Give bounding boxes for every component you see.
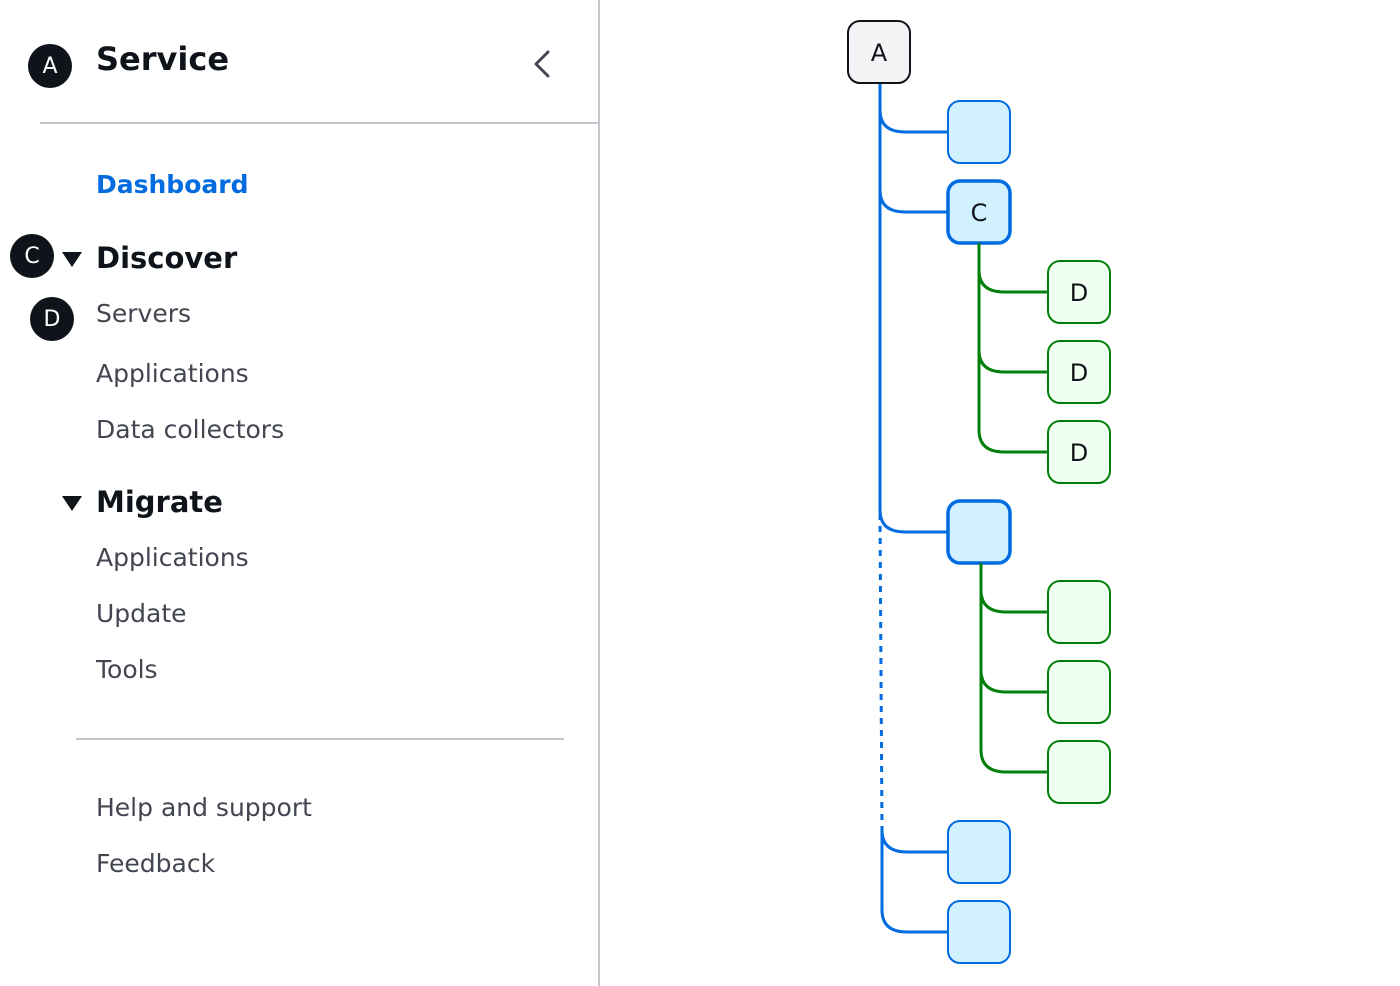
side-navigation: A Service Dashboard C Discover D Servers… <box>0 0 600 986</box>
grandchild-node-3-2 <box>1047 660 1111 724</box>
section-discover[interactable]: Discover <box>96 241 237 275</box>
nav-discover-applications[interactable]: Applications <box>96 359 249 388</box>
connector-2 <box>878 189 948 214</box>
branch-connector-3-2 <box>979 669 1048 694</box>
branch-connector-3-1 <box>979 589 1048 614</box>
chevron-left-icon <box>534 50 550 78</box>
nav-discover-servers[interactable]: Servers <box>96 299 191 328</box>
branch-connector-2-2 <box>977 349 1048 374</box>
header-divider <box>40 122 600 124</box>
service-title[interactable]: Service <box>96 40 229 78</box>
grandchild-node-2-3-label: D <box>1070 439 1088 467</box>
collapse-button[interactable] <box>528 44 558 84</box>
caret-down-icon[interactable] <box>62 496 82 511</box>
branch-connector-2-1 <box>977 269 1048 294</box>
nav-dashboard[interactable]: Dashboard <box>96 170 248 199</box>
child-node-1 <box>947 100 1011 164</box>
navigation-tree-diagram: C D D D A <box>847 20 1111 964</box>
child-node-3 <box>946 499 1012 565</box>
nav-feedback[interactable]: Feedback <box>96 849 215 878</box>
grandchild-node-2-1-label: D <box>1070 279 1088 307</box>
branch-connector-2-3 <box>977 429 1048 454</box>
grandchild-node-2-2-label: D <box>1070 359 1088 387</box>
child-node-4 <box>947 820 1011 884</box>
trunk-dashed-line <box>878 513 884 832</box>
connector-4 <box>880 829 948 854</box>
connector-3 <box>878 509 948 534</box>
section-migrate[interactable]: Migrate <box>96 485 223 519</box>
callout-badge-d: D <box>30 297 74 341</box>
callout-badge-a: A <box>28 44 72 88</box>
connector-5 <box>880 909 948 934</box>
branch-connector-3-3 <box>979 749 1048 774</box>
footer-divider <box>76 738 564 740</box>
nav-migrate-applications[interactable]: Applications <box>96 543 249 572</box>
caret-down-icon[interactable] <box>62 252 82 267</box>
connector-1 <box>878 109 948 134</box>
nav-help-and-support[interactable]: Help and support <box>96 793 312 822</box>
nav-migrate-update[interactable]: Update <box>96 599 187 628</box>
child-node-5 <box>947 900 1011 964</box>
callout-badge-c: C <box>10 234 54 278</box>
child-node-2-label: C <box>971 199 988 227</box>
nav-migrate-tools[interactable]: Tools <box>96 655 158 684</box>
grandchild-node-3-3 <box>1047 740 1111 804</box>
root-node-label: A <box>871 39 888 67</box>
grandchild-node-3-1 <box>1047 580 1111 644</box>
nav-discover-data-collectors[interactable]: Data collectors <box>96 415 284 444</box>
